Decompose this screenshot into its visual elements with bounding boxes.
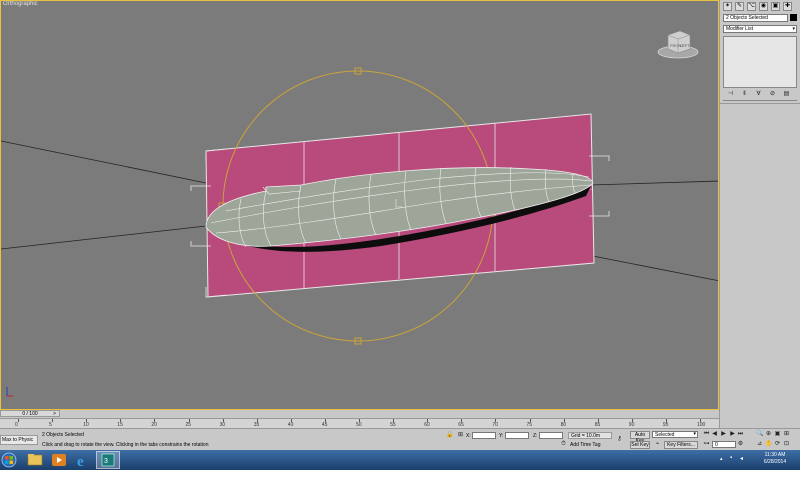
scene-canvas[interactable] — [1, 1, 719, 410]
hierarchy-tab-icon[interactable]: ⌥ — [747, 2, 756, 11]
modify-tab-icon[interactable]: ✎ — [735, 2, 744, 11]
motion-tab-icon[interactable]: ◉ — [759, 2, 768, 11]
next-frame-icon[interactable]: ▶ — [729, 431, 736, 438]
track-tick — [18, 419, 19, 422]
go-to-start-icon[interactable]: ⏮ — [703, 431, 710, 438]
time-slider[interactable]: 0 / 100 — [0, 410, 60, 417]
z-label: Z: — [533, 433, 538, 439]
svg-text:3: 3 — [104, 458, 108, 465]
panel-divider — [720, 103, 800, 104]
maxscript-listener[interactable]: Max to Physic — [0, 435, 38, 445]
clock-time: 11:30 AM — [764, 452, 786, 458]
object-color-swatch[interactable] — [790, 14, 797, 21]
clock[interactable]: 11:30 AM 6/28/2014 — [755, 452, 795, 466]
zoom-extents-icon[interactable]: ▣ — [774, 431, 781, 438]
selection-status: 2 Objects Selected — [42, 432, 84, 438]
time-slider-next-icon[interactable]: > — [53, 411, 56, 417]
time-tag-icon: ⏱ — [561, 441, 566, 447]
grid-display: Grid = 10.0m — [568, 432, 612, 439]
prompt-line: Click and drag to rotate the view. Click… — [42, 442, 209, 448]
z-coordinate-field[interactable] — [539, 432, 563, 439]
explorer-icon[interactable] — [24, 451, 46, 469]
time-config-icon[interactable]: ⚙ — [737, 441, 744, 448]
play-icon[interactable]: ▶ — [720, 431, 727, 438]
zoom-icon[interactable]: 🔍 — [756, 431, 763, 438]
object-name-field[interactable]: 2 Objects Selected — [723, 14, 788, 22]
pan-icon[interactable]: ✋ — [765, 441, 772, 448]
viewcube-right-face: LEFT — [680, 43, 690, 48]
key-filters-button[interactable]: Key Filters... — [664, 441, 698, 449]
blank-area — [0, 470, 800, 500]
viewcube[interactable]: FRONT LEFT — [656, 25, 701, 60]
key-filter-icon[interactable]: ⌁ — [654, 441, 661, 448]
axis-line-left-upper — [1, 140, 207, 184]
key-mode-dropdown[interactable]: Selected ▾ — [652, 431, 698, 438]
tray-arrow-icon[interactable]: ▴ — [720, 456, 723, 462]
axis-line-left-lower — [1, 225, 207, 250]
modifier-stack[interactable] — [723, 36, 797, 88]
add-time-tag-button[interactable]: Add Time Tag — [570, 442, 600, 448]
utilities-tab-icon[interactable]: ✚ — [783, 2, 792, 11]
create-tab-icon[interactable]: ✶ — [723, 2, 732, 11]
maximize-viewport-icon[interactable]: ⊡ — [783, 441, 790, 448]
current-frame-field[interactable]: 0 — [712, 441, 736, 448]
svg-text:e: e — [77, 454, 84, 469]
axis-line-right-upper — [590, 180, 718, 186]
command-panel: ✶ ✎ ⌥ ◉ ▣ ✚ 2 Objects Selected Modifier … — [719, 0, 800, 428]
tray-volume-icon[interactable]: ◂ — [740, 455, 743, 462]
make-unique-icon[interactable]: ∀ — [755, 91, 762, 98]
previous-frame-icon[interactable]: ◀ — [711, 431, 718, 438]
orbit-icon[interactable]: ⟳ — [774, 441, 781, 448]
x-label: X: — [466, 433, 471, 439]
field-of-view-icon[interactable]: ⊿ — [756, 441, 763, 448]
auto-key-button[interactable]: Auto Key — [630, 431, 650, 444]
y-coordinate-field[interactable] — [505, 432, 529, 439]
status-bar: Max to Physic 2 Objects Selected Click a… — [0, 428, 800, 450]
clock-date: 6/28/2014 — [763, 459, 787, 465]
pin-stack-icon[interactable]: ⊣ — [727, 91, 734, 98]
y-label: Y: — [499, 433, 504, 439]
3dsmax-icon[interactable]: 3 — [96, 451, 120, 469]
x-coordinate-field[interactable] — [472, 432, 496, 439]
frame-counter: 0 / 100 — [22, 411, 38, 417]
lock-selection-icon[interactable]: 🔒 — [446, 432, 453, 439]
stack-toolbar: ⊣ ‖ ∀ ⊘ ▤ — [723, 90, 797, 101]
zoom-all-icon[interactable]: ⊕ — [765, 431, 772, 438]
windows-taskbar: e 3 ▴ ▪ ◂ 11:30 AM 6/28/2014 — [0, 450, 800, 470]
absolute-mode-icon[interactable]: ⊞ — [457, 432, 464, 439]
modifier-list-dropdown[interactable]: Modifier List ▾ — [723, 25, 797, 33]
start-button[interactable] — [0, 451, 22, 469]
modifier-list-label: Modifier List — [726, 26, 753, 32]
chevron-down-icon: ▾ — [693, 431, 696, 437]
zoom-extents-all-icon[interactable]: ⊞ — [783, 431, 790, 438]
internet-explorer-icon[interactable]: e — [72, 451, 94, 470]
configure-sets-icon[interactable]: ▤ — [783, 91, 790, 98]
key-icon[interactable]: ⚷ — [616, 436, 623, 443]
remove-modifier-icon[interactable]: ⊘ — [769, 91, 776, 98]
key-mode-toggle-icon[interactable]: ⊶ — [703, 441, 710, 448]
set-key-button[interactable]: Set Key — [630, 441, 650, 449]
track-tick — [52, 419, 54, 422]
tray-network-icon[interactable]: ▪ — [730, 455, 732, 461]
show-end-result-icon[interactable]: ‖ — [741, 91, 748, 98]
chevron-down-icon: ▾ — [792, 26, 795, 32]
media-player-icon[interactable] — [48, 451, 70, 469]
viewport-orthographic[interactable]: Orthographic FRONT LEFT — [0, 0, 719, 410]
display-tab-icon[interactable]: ▣ — [771, 2, 780, 11]
go-to-end-icon[interactable]: ⏭ — [737, 431, 744, 438]
axis-tripod-icon — [4, 386, 14, 398]
